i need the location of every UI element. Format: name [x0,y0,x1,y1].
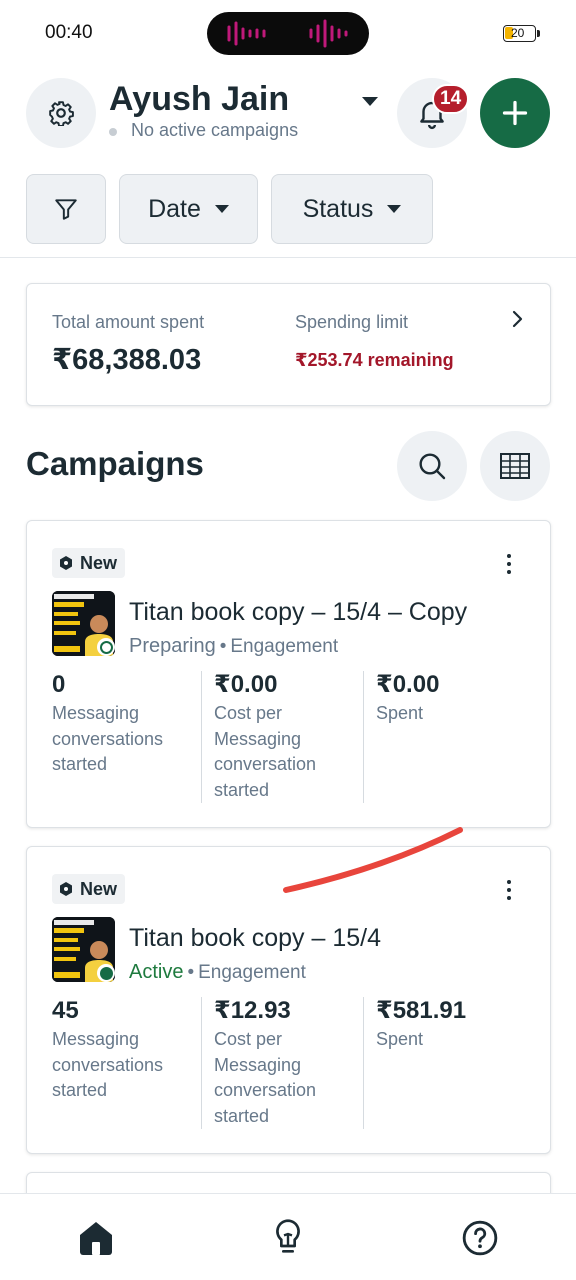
tag-label: New [80,878,118,899]
account-name[interactable]: Ayush Jain [109,80,289,119]
metric-label: Spent [376,1029,424,1049]
settings-button[interactable] [26,78,96,148]
total-spent-label: Total amount spent [52,312,205,332]
hexagon-badge-icon [60,882,72,896]
campaign-objective: Engagement [230,636,339,657]
funnel-icon [55,199,77,220]
audio-waveform-icon [227,19,348,48]
metric-cost-per-conversation: ₹0.00 Cost per Messaging conversation st… [214,671,364,803]
table-view-button[interactable] [480,431,550,501]
campaign-name[interactable]: Titan book copy – 15/4 – Copy [129,598,467,627]
battery-icon: 20 [503,25,540,42]
metric-label: Messaging conversations started [52,703,164,774]
metric-value: ₹0.00 [214,671,278,698]
annotation-stroke [283,827,463,893]
more-options-button[interactable] [497,549,521,579]
campaign-subtitle: Active • Engagement [129,961,306,983]
hexagon-badge-icon [60,556,72,570]
metric-spent: ₹0.00 Spent [376,671,526,803]
search-icon [419,453,446,480]
plus-icon [502,100,528,126]
chevron-down-icon [214,205,229,213]
more-options-button[interactable] [497,875,521,905]
lightbulb-icon [276,1219,300,1253]
status-dot [109,128,117,136]
bottom-navigation [0,1193,576,1280]
campaign-objective: Engagement [198,962,306,983]
metric-value: ₹12.93 [214,997,291,1024]
metric-label: Spent [376,703,424,723]
metric-divider [363,997,364,1129]
total-spent-value: ₹68,388.03 [52,344,202,376]
table-icon [500,453,530,479]
status-filter-dropdown[interactable]: Status [271,174,433,244]
campaign-metrics: 0 Messaging conversations started ₹0.00 … [52,671,527,803]
metric-divider [201,671,202,803]
campaign-status-indicator [97,638,115,656]
new-tag: New [52,874,126,904]
notification-badge: 14 [432,84,470,114]
status-bar: 00:40 20 [0,0,576,64]
metric-conversations: 45 Messaging conversations started [52,997,202,1129]
spending-limit-label: Spending limit [295,312,409,332]
metric-value: ₹581.91 [376,997,467,1024]
metric-value: ₹0.00 [376,671,440,698]
metric-label: Cost per Messaging conversation started [214,1029,317,1126]
help-icon [462,1220,498,1256]
campaign-status-indicator [97,964,115,982]
divider [0,257,576,258]
status-filter-label: Status [302,194,374,223]
tag-label: New [80,552,118,573]
gear-icon [49,101,74,126]
metric-spent: ₹581.91 Spent [376,997,526,1129]
metric-divider [363,671,364,803]
campaigns-heading: Campaigns [26,445,204,482]
dynamic-island [207,12,369,55]
campaign-metrics: 45 Messaging conversations started ₹12.9… [52,997,527,1129]
metric-value: 0 [52,671,66,698]
metric-conversations: 0 Messaging conversations started [52,671,202,803]
nav-ideas[interactable] [266,1216,310,1260]
account-dropdown-icon[interactable] [362,97,378,106]
date-filter-label: Date [148,194,201,223]
metric-divider [201,997,202,1129]
create-campaign-button[interactable] [480,78,550,148]
chevron-down-icon [387,205,402,213]
account-status: No active campaigns [131,120,299,140]
new-tag: New [52,548,126,578]
status-time: 00:40 [45,22,93,43]
date-filter-dropdown[interactable]: Date [119,174,258,244]
campaign-status: Active [129,961,184,983]
battery-level: 20 [511,26,525,40]
chevron-right-icon[interactable] [511,309,525,329]
filter-button[interactable] [26,174,106,244]
nav-help[interactable] [458,1216,502,1260]
spending-limit-remaining: ₹253.74 remaining [295,350,454,370]
metric-label: Messaging conversations started [52,1029,164,1100]
metric-cost-per-conversation: ₹12.93 Cost per Messaging conversation s… [214,997,364,1129]
metric-label: Cost per Messaging conversation started [214,703,317,800]
nav-home[interactable] [74,1216,118,1260]
campaign-status: Preparing [129,635,216,657]
home-icon [80,1222,112,1255]
campaign-subtitle: Preparing • Engagement [129,635,339,657]
spending-summary-card[interactable]: Total amount spent ₹68,388.03 Spending l… [26,283,551,406]
campaign-card[interactable]: New Titan book copy – 15/4 – Copy Prepar… [26,520,551,828]
campaign-name[interactable]: Titan book copy – 15/4 [129,924,381,953]
search-button[interactable] [397,431,467,501]
metric-value: 45 [52,997,79,1024]
